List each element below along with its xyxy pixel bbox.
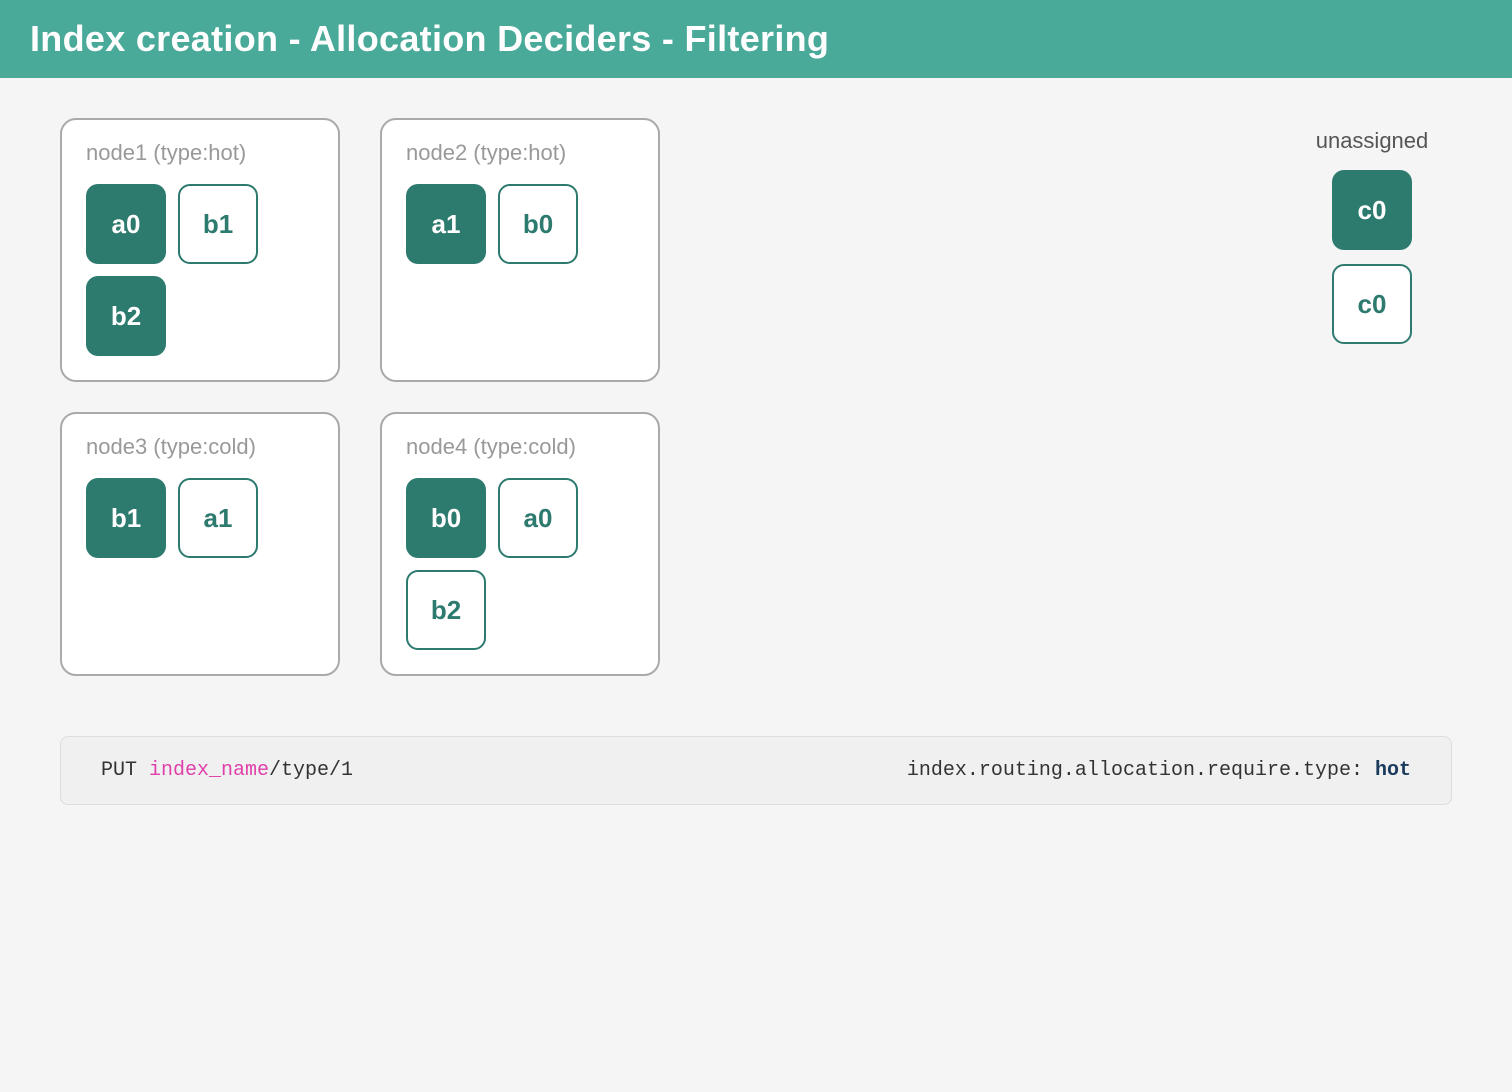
- shard-a0-replica-node4: a0: [498, 478, 578, 558]
- node1-shards-row1: a0 b1: [86, 184, 314, 264]
- setting-value: hot: [1375, 759, 1411, 782]
- shard-b1-replica: b1: [178, 184, 258, 264]
- shard-b1-primary-node3: b1: [86, 478, 166, 558]
- shard-b0-primary-node4: b0: [406, 478, 486, 558]
- unassigned-c0-primary: c0: [1332, 170, 1412, 250]
- unassigned-c0-replica: c0: [1332, 264, 1412, 344]
- node4-title: node4 (type:cold): [406, 434, 634, 460]
- command-rest: /type/1: [269, 759, 353, 782]
- node4-shards-row2: b2: [406, 570, 634, 650]
- shard-b0-replica: b0: [498, 184, 578, 264]
- node2-title: node2 (type:hot): [406, 140, 634, 166]
- page-header: Index creation - Allocation Deciders - F…: [0, 0, 1512, 78]
- footer-command: PUT index_name/type/1: [101, 759, 353, 782]
- node2-box: node2 (type:hot) a1 b0: [380, 118, 660, 382]
- unassigned-section: unassigned c0 c0: [1292, 128, 1452, 676]
- diagram-area: node1 (type:hot) a0 b1 b2 node2 (type:ho…: [60, 118, 1232, 676]
- shard-b2-replica-node4: b2: [406, 570, 486, 650]
- node1-shards-row2: b2: [86, 276, 314, 356]
- command-put: PUT: [101, 759, 149, 782]
- node1-title: node1 (type:hot): [86, 140, 314, 166]
- shard-a1-replica-node3: a1: [178, 478, 258, 558]
- node4-box: node4 (type:cold) b0 a0 b2: [380, 412, 660, 676]
- node1-box: node1 (type:hot) a0 b1 b2: [60, 118, 340, 382]
- node3-title: node3 (type:cold): [86, 434, 314, 460]
- nodes-row-bottom: node3 (type:cold) b1 a1 node4 (type:cold…: [60, 412, 1232, 676]
- main-content: node1 (type:hot) a0 b1 b2 node2 (type:ho…: [0, 78, 1512, 706]
- command-index-name: index_name: [149, 759, 269, 782]
- unassigned-label: unassigned: [1316, 128, 1429, 154]
- unassigned-shards: c0 c0: [1332, 170, 1412, 344]
- node3-shards-row1: b1 a1: [86, 478, 314, 558]
- page-title: Index creation - Allocation Deciders - F…: [30, 18, 1482, 60]
- footer-setting: index.routing.allocation.require.type: h…: [907, 759, 1411, 782]
- setting-key: index.routing.allocation.require.type:: [907, 759, 1375, 782]
- nodes-row-top: node1 (type:hot) a0 b1 b2 node2 (type:ho…: [60, 118, 1232, 382]
- shard-b2-primary: b2: [86, 276, 166, 356]
- footer-bar: PUT index_name/type/1 index.routing.allo…: [60, 736, 1452, 805]
- shard-a0-primary: a0: [86, 184, 166, 264]
- node3-box: node3 (type:cold) b1 a1: [60, 412, 340, 676]
- shard-a1-primary: a1: [406, 184, 486, 264]
- node4-shards-row1: b0 a0: [406, 478, 634, 558]
- node2-shards-row1: a1 b0: [406, 184, 634, 264]
